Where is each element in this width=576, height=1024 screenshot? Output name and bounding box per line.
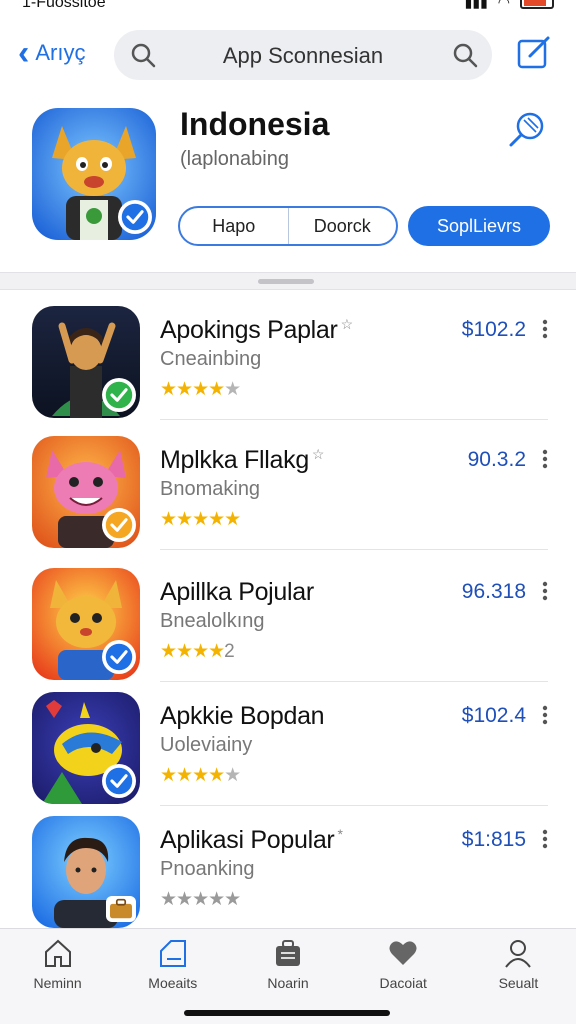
briefcase-badge-icon bbox=[106, 896, 136, 922]
more-options-icon[interactable] bbox=[540, 704, 550, 726]
more-options-icon[interactable] bbox=[540, 318, 550, 340]
search-query: App Sconnesian bbox=[222, 43, 384, 68]
back-label: Arıyç bbox=[35, 40, 86, 65]
featured-app-title: Indonesia bbox=[180, 106, 330, 142]
segmented-control: Hapo Doorck bbox=[178, 206, 398, 246]
app-title: Mplkka Fllakg ☆ bbox=[160, 446, 325, 474]
app-subtitle: Pnoanking bbox=[160, 858, 255, 880]
heart-icon bbox=[389, 941, 417, 965]
person-icon bbox=[505, 940, 532, 968]
featured-star-icon: ☆ bbox=[340, 316, 354, 332]
list-item[interactable]: Apillka Pojular Bnealolkıng ★★★★2 96.318 bbox=[0, 554, 576, 682]
app-price: 96.318 bbox=[461, 580, 526, 603]
app-icon bbox=[32, 692, 140, 804]
rating-stars: ★★★★★ bbox=[160, 509, 241, 530]
status-bar: 1-Fuossltoe ▮▮▮ ◠ bbox=[0, 0, 576, 14]
primary-action-button[interactable]: SoplLievrs bbox=[408, 206, 550, 246]
app-title: Aplikasi Popular * bbox=[160, 826, 343, 854]
app-price: $1:815 bbox=[461, 828, 526, 851]
app-subtitle: Bnealolkıng bbox=[160, 610, 265, 632]
more-options-icon[interactable] bbox=[540, 448, 550, 470]
check-badge-icon bbox=[102, 640, 136, 674]
featured-app-subtitle: (laplonabing bbox=[180, 148, 289, 170]
rating-stars: ★★★★★ bbox=[160, 889, 241, 910]
rating-stars: ★★★★★ bbox=[160, 379, 241, 400]
app-icon bbox=[32, 306, 140, 418]
app-icon bbox=[32, 568, 140, 680]
app-subtitle: Bnomaking bbox=[160, 478, 261, 500]
featured-app-icon[interactable] bbox=[32, 108, 156, 240]
back-button[interactable]: ‹ Arıyç bbox=[18, 34, 86, 72]
signal-icon: ▮▮▮ bbox=[464, 0, 488, 10]
chevron-left-icon: ‹ bbox=[18, 34, 30, 72]
list-item[interactable]: Apkkie Bopdan Uoleviainy ★★★★★ $102.4 bbox=[0, 678, 576, 806]
more-options-icon[interactable] bbox=[540, 828, 550, 850]
list-item[interactable]: Mplkka Fllakg ☆ Bnomaking ★★★★★ 90.3.2 bbox=[0, 422, 576, 550]
row-divider bbox=[160, 419, 548, 420]
wifi-icon: ◠ bbox=[497, 0, 510, 10]
featured-star-icon: * bbox=[337, 826, 343, 842]
app-price: 90.3.2 bbox=[467, 448, 526, 471]
verified-badge-icon bbox=[118, 200, 152, 234]
tab-label: Moeaits bbox=[148, 975, 198, 991]
more-options-icon[interactable] bbox=[540, 580, 550, 602]
segment-left[interactable]: Hapo bbox=[180, 208, 288, 244]
rating-stars: ★★★★★ bbox=[160, 765, 241, 786]
scan-icon[interactable] bbox=[506, 108, 548, 150]
home-icon bbox=[44, 939, 71, 967]
app-price: $102.2 bbox=[461, 318, 526, 341]
row-divider bbox=[160, 549, 548, 550]
check-badge-icon bbox=[102, 508, 136, 542]
app-title: Apillka Pojular bbox=[160, 578, 314, 606]
navigation-bar: ‹ Arıyç App Sconnesian bbox=[0, 28, 576, 84]
compose-icon[interactable] bbox=[516, 34, 552, 70]
app-icon bbox=[32, 816, 140, 928]
tab-label: Dacoiat bbox=[379, 975, 427, 991]
rating-stars: ★★★★2 bbox=[160, 641, 235, 662]
tab-label: Seualt bbox=[498, 975, 539, 991]
search-bar[interactable]: App Sconnesian bbox=[114, 30, 492, 80]
tab-profile[interactable]: Seualt bbox=[461, 929, 576, 1024]
list-item[interactable]: Apokings Paplar ☆ Cneainbing ★★★★★ $102.2 bbox=[0, 292, 576, 420]
tab-label: Noarin bbox=[267, 975, 309, 991]
sheet-grabber[interactable] bbox=[258, 279, 314, 284]
battery-icon bbox=[520, 0, 554, 9]
featured-app-header: Indonesia (laplonabing Hapo Doorck SoplL… bbox=[0, 96, 576, 272]
featured-star-icon: ☆ bbox=[311, 446, 325, 462]
app-price: $102.4 bbox=[461, 704, 526, 727]
check-badge-icon bbox=[102, 764, 136, 798]
home-indicator[interactable] bbox=[184, 1010, 390, 1016]
check-badge-icon bbox=[102, 378, 136, 412]
app-title: Apkkie Bopdan bbox=[160, 702, 325, 730]
app-title: Apokings Paplar ☆ bbox=[160, 316, 354, 344]
tag-icon bbox=[159, 940, 186, 967]
list-item[interactable]: Aplikasi Popular * Pnoanking ★★★★★ $1:815 bbox=[0, 802, 576, 930]
carrier-label: 1-Fuossltoe bbox=[22, 0, 106, 11]
sheet-separator bbox=[0, 272, 576, 290]
app-subtitle: Uoleviainy bbox=[160, 734, 253, 756]
search-icon-right[interactable] bbox=[452, 42, 478, 68]
app-subtitle: Cneainbing bbox=[160, 348, 262, 370]
tab-label: Neminn bbox=[33, 975, 82, 991]
tab-home[interactable]: Neminn bbox=[0, 929, 115, 1024]
briefcase-icon bbox=[276, 940, 300, 966]
app-icon bbox=[32, 436, 140, 548]
status-icons: ▮▮▮ ◠ bbox=[465, 0, 554, 11]
segment-right[interactable]: Doorck bbox=[287, 208, 397, 244]
